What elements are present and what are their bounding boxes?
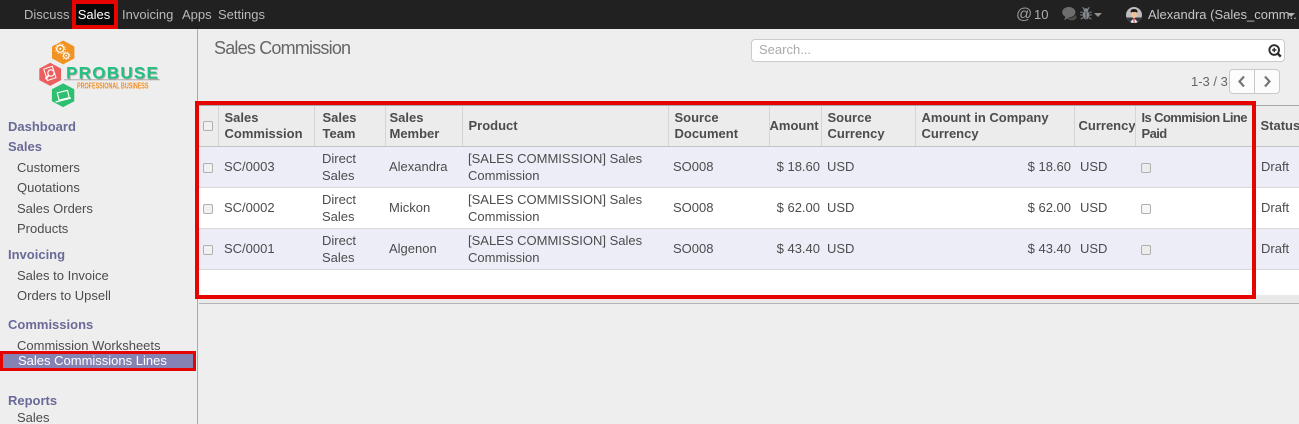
svg-text:PROFESSIONAL BUSINESS: PROFESSIONAL BUSINESS bbox=[77, 82, 149, 91]
